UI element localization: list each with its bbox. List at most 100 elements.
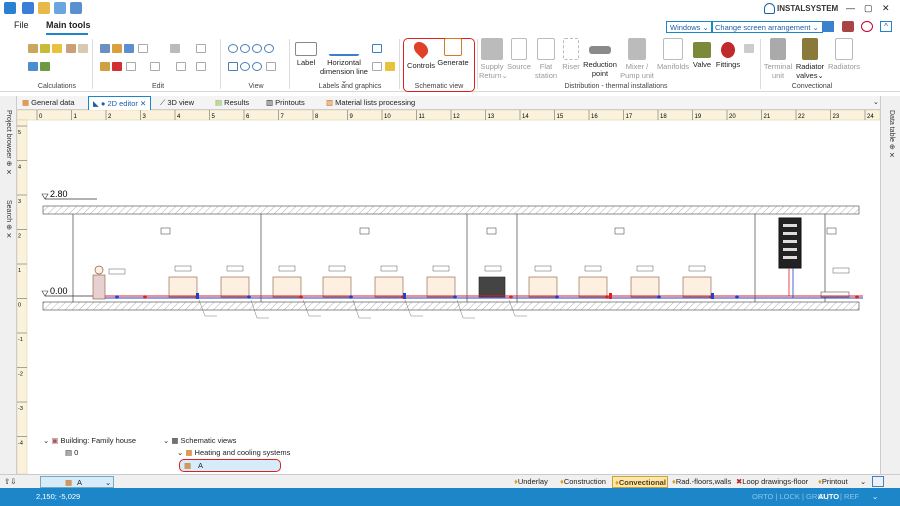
printout-tab[interactable]: ♦Printout bbox=[818, 477, 848, 486]
move-icon[interactable] bbox=[170, 44, 180, 53]
main-tools-tab[interactable]: Main tools bbox=[46, 20, 91, 30]
level-selector[interactable]: ▦ A ⌄ bbox=[40, 476, 114, 488]
fittings-button[interactable]: Fittings bbox=[714, 38, 742, 69]
copy-icon[interactable] bbox=[100, 44, 110, 53]
heat-source[interactable] bbox=[92, 274, 106, 300]
maximize-button[interactable]: ▢ bbox=[864, 3, 873, 14]
terminal-unit-button[interactable]: Terminal unit bbox=[762, 38, 794, 80]
new-icon[interactable] bbox=[54, 2, 66, 14]
underlay-tab[interactable]: ♦Underlay bbox=[514, 477, 548, 486]
data-table-tab[interactable]: Data table ⊕ ✕ bbox=[887, 110, 895, 160]
align-icon[interactable] bbox=[196, 44, 206, 53]
loop-drawings-tab[interactable]: ✖Loop drawings-floor bbox=[736, 477, 808, 486]
schematic-views-node[interactable]: ⌄ ▦ Schematic views bbox=[163, 436, 236, 445]
tabs-menu-chevron-icon[interactable]: ⌄ bbox=[860, 477, 866, 486]
view-options-icon[interactable] bbox=[266, 62, 276, 71]
editor-icon: ◣ ● bbox=[93, 99, 108, 108]
building-node[interactable]: ⌄ ▣ Building: Family house bbox=[43, 436, 136, 445]
ref-flag[interactable]: | REF bbox=[840, 492, 859, 501]
reduction-point-button[interactable]: Reduction point bbox=[582, 38, 618, 78]
extra-dist-icon[interactable] bbox=[744, 44, 754, 53]
zoom-window-icon[interactable] bbox=[252, 44, 262, 53]
open-icon[interactable] bbox=[38, 2, 50, 14]
zoom-out-icon[interactable] bbox=[240, 44, 250, 53]
tab-results[interactable]: ▤ Results bbox=[215, 98, 249, 107]
screen-arrangement-dropdown[interactable]: Change screen arrangement ⌄ bbox=[711, 21, 823, 33]
plugin-icon[interactable] bbox=[842, 21, 854, 32]
select-icon[interactable] bbox=[138, 44, 148, 53]
tab-material-lists[interactable]: ▧ Material lists processing bbox=[326, 98, 415, 107]
calc-chart-icon[interactable] bbox=[40, 62, 50, 71]
window-icon[interactable] bbox=[822, 21, 834, 32]
help-icon[interactable] bbox=[861, 21, 873, 32]
scale-icon[interactable] bbox=[176, 62, 186, 71]
controls-button[interactable]: Controls bbox=[405, 38, 437, 70]
source-icon[interactable] bbox=[94, 265, 104, 275]
layer-icon[interactable] bbox=[196, 62, 206, 71]
calc-icon[interactable] bbox=[28, 44, 38, 53]
rotate-icon[interactable] bbox=[150, 62, 160, 71]
undo-edit-icon[interactable] bbox=[124, 44, 134, 53]
zoom-next-icon[interactable] bbox=[252, 62, 262, 71]
tab-general-data[interactable]: ▦ General data bbox=[22, 98, 75, 107]
manifolds-button[interactable]: Manifolds bbox=[656, 38, 690, 71]
calc-grid-icon[interactable] bbox=[28, 62, 38, 71]
label-button[interactable]: Label bbox=[292, 38, 320, 67]
collapse-ribbon-button[interactable]: ^ bbox=[880, 21, 892, 32]
generate-button[interactable]: Generate bbox=[436, 38, 470, 67]
close-button[interactable]: ✕ bbox=[882, 3, 890, 14]
undo-icon[interactable] bbox=[70, 2, 82, 14]
tab-2d-editor[interactable]: ◣ ● 2D editor ✕ bbox=[88, 96, 152, 110]
left-ruler-label: -2 bbox=[18, 372, 23, 378]
radiators-button[interactable]: Radiators bbox=[827, 38, 861, 71]
zoom-all-icon[interactable] bbox=[264, 44, 274, 53]
tab-general-data-label: General data bbox=[31, 98, 75, 107]
frame-icon[interactable] bbox=[372, 62, 382, 71]
paste-icon[interactable] bbox=[112, 44, 122, 53]
chat-icon[interactable] bbox=[872, 476, 884, 487]
top-ruler-label: 16 bbox=[591, 114, 598, 120]
zoom-prev-icon[interactable] bbox=[240, 62, 250, 71]
tabs-dropdown-icon[interactable]: ⌄ bbox=[873, 98, 879, 106]
radiators[interactable] bbox=[168, 276, 712, 298]
source-button[interactable]: Source bbox=[507, 38, 531, 71]
auto-flag[interactable]: AUTO bbox=[818, 492, 839, 501]
file-menu[interactable]: File bbox=[14, 20, 29, 30]
cut-icon[interactable] bbox=[100, 62, 110, 71]
graph-icon[interactable] bbox=[372, 44, 382, 53]
schematic-drawing[interactable]: 0 1 2 3 4 5 6 7 8 9 10 11 12 13 14 15 16 17 18 19 20 21 22 23 24… bbox=[17, 110, 880, 474]
minimize-button[interactable]: — bbox=[846, 3, 855, 13]
tab-3d-view[interactable]: ⟋ 3D view bbox=[160, 98, 194, 108]
mixer-pump-button[interactable]: Mixer / Pump unit bbox=[619, 38, 655, 80]
convectional-tab[interactable]: ♦Convectional bbox=[612, 476, 668, 488]
save-icon[interactable] bbox=[22, 2, 34, 14]
horizontal-dimension-button[interactable]: Horizontal dimension line ⌄ bbox=[318, 38, 370, 85]
rad-floors-tab[interactable]: ♦Rad.-floors,walls bbox=[672, 477, 731, 486]
flat-station-button[interactable]: Flat station bbox=[533, 38, 559, 80]
construction-tab[interactable]: ♦Construction bbox=[560, 477, 606, 486]
tab-printouts[interactable]: ▥ Printouts bbox=[266, 98, 305, 107]
level-node[interactable]: ▤ 0 bbox=[65, 448, 78, 457]
valve-button[interactable]: Valve bbox=[690, 38, 714, 69]
heating-systems-node[interactable]: ⌄ ▦ Heating and cooling systems bbox=[177, 448, 290, 457]
calc-table-icon[interactable] bbox=[40, 44, 50, 53]
calc-eraser-icon[interactable] bbox=[78, 44, 88, 53]
level-arrows-icon[interactable]: ⇧⇩ bbox=[4, 477, 17, 486]
close-tab-icon[interactable]: ✕ bbox=[138, 99, 146, 108]
status-chevron-icon[interactable]: ⌄ bbox=[872, 492, 878, 501]
calc-pencil-icon[interactable] bbox=[66, 44, 76, 53]
mirror-icon[interactable] bbox=[126, 62, 136, 71]
supply-return-button[interactable]: Supply Return⌄ bbox=[479, 38, 508, 80]
tree-item-a-selected[interactable]: ▦ A bbox=[179, 459, 281, 472]
calc-yellow-icon[interactable] bbox=[52, 44, 62, 53]
delete-icon[interactable] bbox=[112, 62, 122, 71]
riser-button[interactable]: Riser bbox=[560, 38, 582, 71]
drawing-canvas[interactable]: 0 1 2 3 4 5 6 7 8 9 10 11 12 13 14 15 16 17 18 19 20 21 22 23 24… bbox=[17, 110, 880, 474]
project-browser-tab[interactable]: Project browser ⊕ ✕ bbox=[4, 110, 12, 176]
radiator-valves-button[interactable]: Radiator valves⌄ bbox=[794, 38, 826, 80]
note-icon[interactable] bbox=[385, 62, 395, 71]
windows-dropdown[interactable]: Windows ⌄ bbox=[666, 21, 713, 33]
search-tab[interactable]: Search ⊕ ✕ bbox=[4, 200, 12, 240]
zoom-in-icon[interactable] bbox=[228, 44, 238, 53]
pan-icon[interactable] bbox=[228, 62, 238, 71]
